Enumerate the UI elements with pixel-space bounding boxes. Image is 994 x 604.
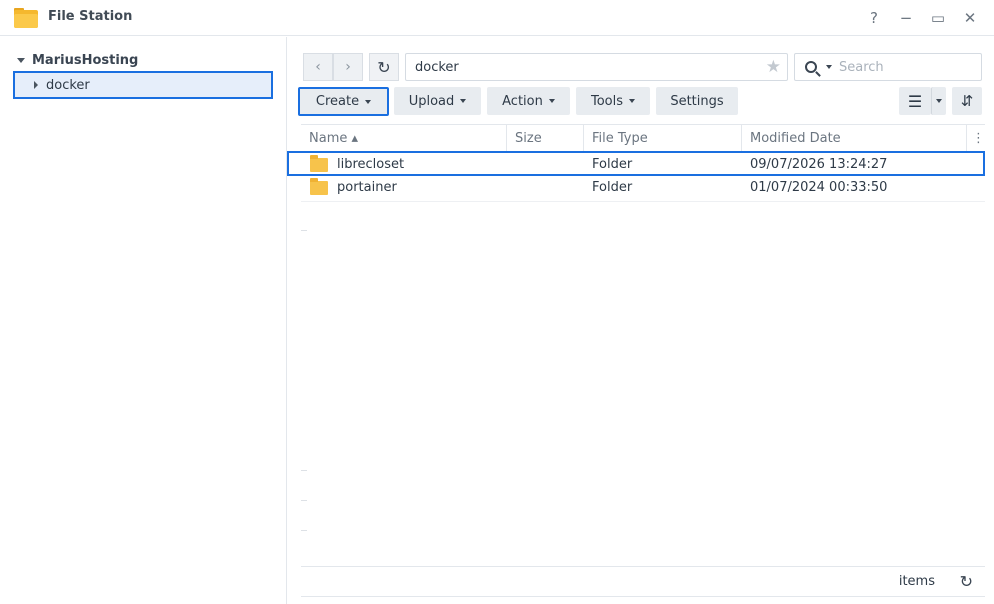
name-cell: portainer (310, 176, 397, 199)
tools-label: Tools (590, 93, 624, 109)
chevron-down-icon (548, 99, 555, 103)
maximize-button[interactable]: ▭ (927, 7, 949, 29)
row-tick (301, 500, 307, 501)
type-cell: Folder (592, 180, 633, 195)
list-view-button[interactable]: ☰ (899, 87, 931, 115)
modified-cell: 01/07/2024 00:33:50 (750, 180, 888, 195)
search-input[interactable]: Search (794, 53, 982, 81)
search-dropdown-icon[interactable] (826, 65, 832, 69)
chevron-down-icon (936, 99, 942, 103)
sidebar-item-label: docker (46, 77, 90, 93)
column-size[interactable]: Size (507, 125, 584, 152)
chevron-down-icon (365, 99, 372, 104)
close-button[interactable]: ✕ (959, 7, 981, 29)
row-tick (301, 470, 307, 471)
sidebar-item-docker[interactable]: docker (13, 71, 273, 99)
modified-cell: 09/07/2026 13:24:27 (750, 157, 888, 172)
view-dropdown-button[interactable] (931, 87, 946, 115)
upload-button[interactable]: Upload (394, 87, 481, 115)
refresh-icon[interactable]: ↻ (960, 572, 973, 591)
upload-label: Upload (408, 93, 455, 109)
action-label: Action (502, 93, 543, 109)
minimize-button[interactable]: − (895, 7, 917, 29)
tree-root-mariushosting[interactable]: MariusHosting (17, 51, 138, 69)
title-bar: File Station ? − ▭ ✕ (0, 0, 994, 36)
caret-down-icon[interactable] (17, 57, 25, 63)
help-button[interactable]: ? (863, 7, 885, 29)
path-input[interactable]: docker ★ (405, 53, 788, 81)
status-footer: items ↻ (301, 566, 985, 597)
settings-label: Settings (670, 93, 724, 109)
path-value: docker (415, 59, 459, 75)
table-row[interactable]: librecloset Folder 09/07/2026 13:24:27 (287, 151, 985, 176)
back-button[interactable]: ‹ (303, 53, 333, 81)
folder-icon (310, 177, 328, 195)
search-icon[interactable] (805, 61, 817, 73)
tree-root-label: MariusHosting (32, 52, 139, 68)
create-button[interactable]: Create (298, 87, 389, 116)
file-name: portainer (337, 180, 397, 195)
type-cell: Folder (592, 157, 633, 172)
chevron-down-icon (629, 99, 636, 103)
search-placeholder: Search (839, 59, 884, 75)
settings-button[interactable]: Settings (656, 87, 738, 115)
row-tick (301, 230, 307, 231)
tools-button[interactable]: Tools (576, 87, 650, 115)
items-count-label: items (898, 574, 935, 589)
row-tick (301, 530, 307, 531)
column-options-icon[interactable]: ⋮ (967, 125, 985, 152)
table-header: Name ▴ Size File Type Modified Date ⋮ (301, 124, 985, 152)
chevron-down-icon (460, 99, 467, 103)
app-title: File Station (48, 9, 133, 24)
file-name: librecloset (337, 157, 405, 172)
column-file-type[interactable]: File Type (584, 125, 742, 152)
create-label: Create (315, 94, 360, 109)
sort-button[interactable]: ⇵ (952, 87, 982, 115)
refresh-button[interactable]: ↻ (369, 53, 399, 81)
action-button[interactable]: Action (487, 87, 570, 115)
name-cell: librecloset (310, 153, 404, 176)
star-icon[interactable]: ★ (766, 57, 781, 77)
file-station-icon (13, 5, 39, 29)
table-row[interactable]: portainer Folder 01/07/2024 00:33:50 (301, 176, 985, 202)
column-name[interactable]: Name ▴ (301, 125, 507, 152)
column-modified-date[interactable]: Modified Date (742, 125, 967, 152)
forward-button[interactable]: › (333, 53, 363, 81)
folder-icon (310, 154, 328, 172)
sidebar: MariusHosting docker (0, 37, 287, 604)
caret-right-icon[interactable] (34, 81, 38, 89)
